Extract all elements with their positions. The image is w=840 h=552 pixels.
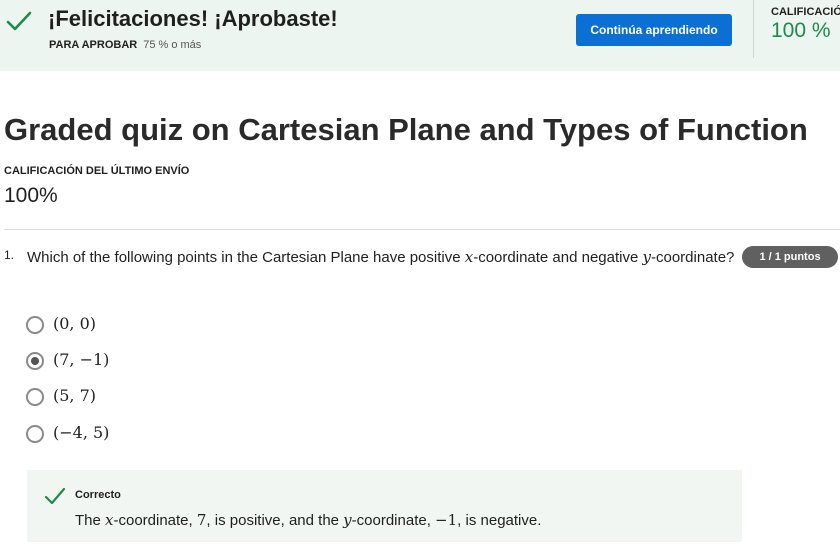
continue-learning-button[interactable]: Continúa aprendiendo bbox=[576, 14, 732, 46]
last-grade-label: CALIFICACIÓN DEL ÚLTIMO ENVÍO bbox=[4, 165, 190, 177]
option-label: (7, −1) bbox=[53, 350, 110, 369]
pass-requirement: PARA APROBAR 75 % o más bbox=[49, 39, 201, 51]
feedback-label: Correcto bbox=[75, 489, 121, 501]
feedback-text: The x-coordinate, 7, is positive, and th… bbox=[75, 511, 542, 529]
divider bbox=[4, 229, 840, 230]
grade-value: 100 % bbox=[771, 19, 831, 42]
points-badge: 1 / 1 puntos bbox=[742, 246, 838, 268]
check-icon bbox=[44, 487, 66, 505]
question-text: Which of the following points in the Car… bbox=[27, 248, 735, 266]
grade-label: CALIFICACIÓN bbox=[771, 6, 840, 18]
divider bbox=[753, 0, 754, 58]
quiz-title: Graded quiz on Cartesian Plane and Types… bbox=[4, 112, 808, 147]
radio-button[interactable] bbox=[26, 425, 44, 443]
check-icon bbox=[6, 11, 32, 31]
last-grade-value: 100% bbox=[4, 184, 58, 207]
option-label: (−4, 5) bbox=[53, 423, 110, 442]
question-number: 1. bbox=[4, 248, 15, 262]
feedback-box: Correcto The x-coordinate, 7, is positiv… bbox=[27, 470, 742, 542]
radio-button[interactable] bbox=[26, 388, 44, 406]
pass-label: PARA APROBAR bbox=[49, 39, 138, 51]
option-label: (0, 0) bbox=[53, 314, 97, 333]
radio-button[interactable] bbox=[26, 316, 44, 334]
radio-button-selected[interactable] bbox=[26, 352, 44, 370]
option-label: (5, 7) bbox=[53, 386, 97, 405]
banner-title: ¡Felicitaciones! ¡Aprobaste! bbox=[48, 6, 338, 31]
pass-value: 75 % o más bbox=[143, 39, 202, 51]
success-banner: ¡Felicitaciones! ¡Aprobaste! PARA APROBA… bbox=[0, 0, 840, 71]
